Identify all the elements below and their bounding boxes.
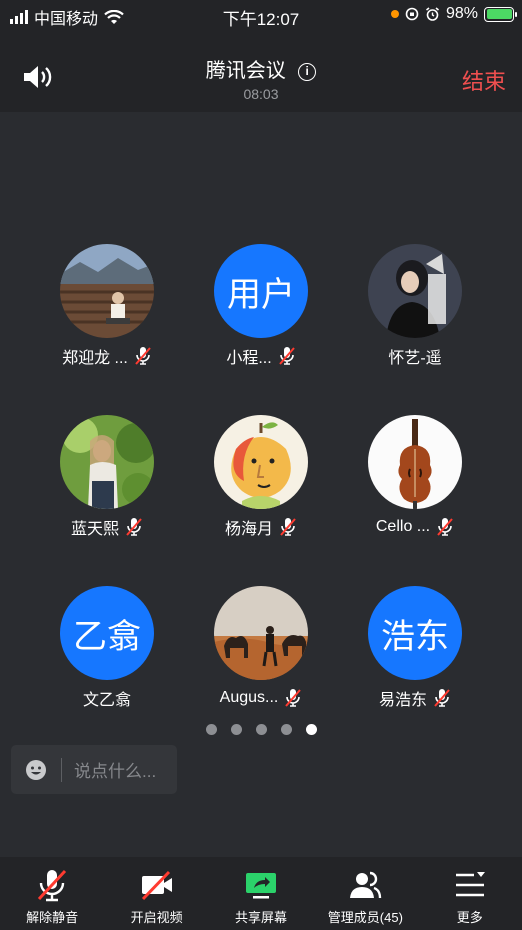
rotation-lock-icon [405, 7, 419, 21]
alarm-icon [425, 6, 439, 21]
participant-tile[interactable]: Augus... [184, 586, 338, 708]
participant-tile[interactable]: 乙翕 文乙翕 [30, 586, 184, 709]
avatar-initials: 用户 [227, 275, 295, 314]
divider [61, 757, 62, 782]
meeting-header: 腾讯会议 i 08:03 结束 [0, 30, 522, 112]
participant-name: 文乙翕 [82, 692, 131, 709]
avatar: 乙翕 [60, 586, 154, 680]
participant-name: Cello ... [375, 518, 431, 535]
avatar: 浩东 [368, 586, 462, 680]
muted-mic-icon [126, 518, 142, 536]
page-dot[interactable] [230, 724, 242, 735]
info-icon[interactable]: i [298, 63, 317, 81]
page-dot[interactable] [255, 724, 267, 735]
video-off-icon [141, 870, 172, 901]
meeting-title: 腾讯会议 [205, 60, 286, 82]
avatar-initials: 乙翕 [73, 617, 141, 656]
participant-tile[interactable]: 郑迎龙 ... [30, 244, 184, 367]
page-dot[interactable] [280, 724, 292, 735]
participant-name: 易浩东 [378, 692, 427, 709]
end-meeting-button[interactable]: 结束 [462, 64, 506, 96]
emoji-icon[interactable] [25, 759, 47, 781]
muted-mic-icon [278, 347, 295, 365]
avatar [214, 586, 308, 680]
participant-tile[interactable]: 浩东 易浩东 [338, 586, 492, 709]
members-icon [350, 871, 382, 899]
participant-name: Augus... [219, 689, 279, 706]
muted-mic-icon [434, 689, 450, 707]
unmute-label: 解除静音 [26, 910, 79, 925]
participant-tile[interactable]: Cello ... [338, 415, 492, 537]
more-menu-icon [455, 872, 485, 897]
recording-indicator-icon [390, 10, 399, 18]
bottom-toolbar: 解除静音 开启视频 共享屏幕 管理成员(45) 更多 [0, 857, 522, 930]
avatar [368, 415, 462, 509]
participant-grid: 郑迎龙 ... 用户 小程... 怀艺-遥 蓝天熙 杨海月 Cello ... … [30, 244, 492, 709]
avatar [60, 244, 154, 338]
battery-percent: 98% [445, 5, 478, 22]
more-button[interactable]: 更多 [418, 857, 522, 930]
avatar [368, 244, 462, 338]
participant-name: 蓝天熙 [70, 521, 119, 538]
share-screen-label: 共享屏幕 [234, 910, 287, 925]
chat-input[interactable]: 说点什么... [11, 745, 177, 794]
chat-placeholder: 说点什么... [74, 762, 157, 781]
manage-members-label: 管理成员(45) [327, 910, 403, 925]
muted-mic-icon [135, 347, 151, 365]
participant-tile[interactable]: 杨海月 [184, 415, 338, 538]
meeting-timer: 08:03 [243, 86, 279, 102]
participant-name: 郑迎龙 ... [62, 350, 128, 367]
share-screen-icon [245, 873, 276, 899]
participant-tile[interactable]: 用户 小程... [184, 244, 338, 367]
status-bar: 中国移动 下午12:07 98% [0, 0, 522, 30]
start-video-label: 开启视频 [130, 910, 183, 925]
avatar [60, 415, 154, 509]
participant-tile[interactable]: 怀艺-遥 [338, 244, 492, 367]
manage-members-button[interactable]: 管理成员(45) [313, 857, 417, 930]
start-video-button[interactable]: 开启视频 [105, 857, 209, 930]
participant-name: 杨海月 [224, 521, 273, 538]
avatar [214, 415, 308, 509]
participant-name: 怀艺-遥 [388, 350, 442, 367]
participant-name: 小程... [226, 350, 272, 367]
participant-tile[interactable]: 蓝天熙 [30, 415, 184, 538]
more-label: 更多 [456, 910, 483, 925]
muted-mic-icon [280, 518, 296, 536]
share-screen-button[interactable]: 共享屏幕 [209, 857, 313, 930]
muted-mic-icon [437, 518, 453, 536]
battery-icon [484, 6, 517, 22]
avatar-initials: 浩东 [381, 617, 449, 656]
page-indicator[interactable] [0, 724, 522, 735]
unmute-button[interactable]: 解除静音 [0, 857, 104, 930]
page-dot[interactable] [205, 724, 217, 735]
avatar: 用户 [214, 244, 308, 338]
muted-mic-icon [38, 869, 67, 902]
muted-mic-icon [285, 689, 302, 707]
page-dot-active[interactable] [305, 724, 317, 735]
